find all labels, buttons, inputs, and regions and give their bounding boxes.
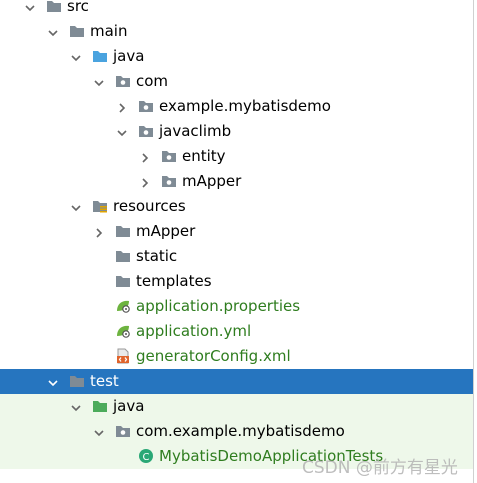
java-class-icon: C <box>138 448 154 464</box>
tree-row[interactable]: templates <box>0 269 473 294</box>
package-icon <box>115 423 131 439</box>
tree-row-label: java <box>113 397 145 415</box>
tree-row[interactable]: mApper <box>0 219 473 244</box>
package-icon <box>115 73 131 89</box>
project-tree: src main java com example.mybatisdemo javacli… <box>0 0 477 483</box>
folder-icon <box>115 223 131 239</box>
chevron-down-icon[interactable] <box>116 125 128 137</box>
tree-row-label: src <box>67 0 89 15</box>
chevron-down-icon[interactable] <box>70 50 82 62</box>
folder-icon <box>69 23 85 39</box>
tree-row[interactable]: javaclimb <box>0 119 473 144</box>
tree-row[interactable]: com.example.mybatisdemo <box>0 419 473 444</box>
tree-row-label: java <box>113 47 145 65</box>
tree-row[interactable]: application.properties <box>0 294 473 319</box>
tree-row-label: mApper <box>136 222 196 240</box>
spring-config-icon <box>115 298 131 314</box>
tree-row[interactable]: static <box>0 244 473 269</box>
tree-row-label: test <box>90 372 119 390</box>
package-icon <box>161 173 177 189</box>
package-icon <box>138 98 154 114</box>
tree-row[interactable]: test <box>0 369 473 394</box>
chevron-right-icon[interactable] <box>93 225 105 238</box>
tree-row[interactable]: resources <box>0 194 473 219</box>
tree-row-label: javaclimb <box>159 122 232 140</box>
chevron-down-icon[interactable] <box>47 25 59 37</box>
tree-row[interactable]: mApper <box>0 169 473 194</box>
tree-row[interactable]: main <box>0 19 473 44</box>
tree-row-label: static <box>136 247 178 265</box>
tree-row-label: com.example.mybatisdemo <box>136 422 345 440</box>
tree-row[interactable]: java <box>0 394 473 419</box>
tree-row-label: generatorConfig.xml <box>136 347 291 365</box>
panel-divider <box>473 0 474 483</box>
tree-row-label: com <box>136 72 169 90</box>
tree-row[interactable]: java <box>0 44 473 69</box>
tree-row-label: application.yml <box>136 322 252 340</box>
tree-row-label: main <box>90 22 128 40</box>
svg-text:C: C <box>143 452 150 463</box>
tree-row-label: example.mybatisdemo <box>159 97 331 115</box>
tree-row[interactable]: application.yml <box>0 319 473 344</box>
tree-row[interactable]: generatorConfig.xml <box>0 344 473 369</box>
folder-test-icon <box>92 398 108 414</box>
xml-file-icon <box>115 348 131 364</box>
tree-row-label: mApper <box>182 172 242 190</box>
chevron-right-icon[interactable] <box>139 150 151 163</box>
chevron-down-icon[interactable] <box>70 200 82 212</box>
folder-icon <box>69 373 85 389</box>
tree-row-label: resources <box>113 197 186 215</box>
chevron-down-icon[interactable] <box>93 75 105 87</box>
chevron-right-icon[interactable] <box>116 100 128 113</box>
tree-row[interactable]: entity <box>0 144 473 169</box>
tree-row-label: application.properties <box>136 297 301 315</box>
folder-icon <box>46 0 62 14</box>
chevron-right-icon[interactable] <box>139 175 151 188</box>
folder-resources-icon <box>92 198 108 214</box>
package-icon <box>161 148 177 164</box>
tree-row[interactable]: com <box>0 69 473 94</box>
chevron-down-icon[interactable] <box>24 0 36 12</box>
package-icon <box>138 123 154 139</box>
chevron-down-icon[interactable] <box>70 400 82 412</box>
folder-icon <box>115 273 131 289</box>
tree-row-label: templates <box>136 272 212 290</box>
tree-row[interactable]: src <box>0 0 473 19</box>
tree-row[interactable]: example.mybatisdemo <box>0 94 473 119</box>
folder-source-icon <box>92 48 108 64</box>
chevron-down-icon[interactable] <box>93 425 105 437</box>
folder-icon <box>115 248 131 264</box>
tree-row-label: entity <box>182 147 226 165</box>
watermark: CSDN @前方有星光 <box>302 458 458 478</box>
chevron-down-icon[interactable] <box>47 375 59 387</box>
spring-config-icon <box>115 323 131 339</box>
